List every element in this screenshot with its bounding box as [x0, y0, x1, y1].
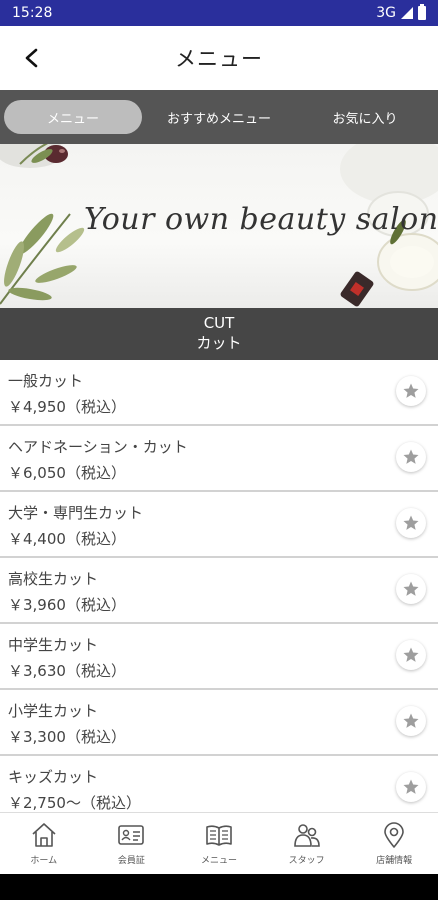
item-price: ￥6,050（税込）	[8, 464, 126, 482]
item-name: キッズカット	[8, 768, 99, 786]
nav-label: スタッフ	[288, 856, 325, 866]
item-name: 小学生カット	[8, 702, 99, 720]
chevron-left-icon	[25, 48, 38, 68]
menu-item[interactable]: ヘアドネーション・カット ￥6,050（税込）	[0, 426, 438, 492]
item-name: 中学生カット	[8, 636, 99, 654]
item-name: 大学・専門生カット	[8, 504, 144, 522]
item-price: ￥4,950（税込）	[8, 398, 126, 416]
section-title-en: CUT	[203, 314, 235, 332]
item-price: ￥3,960（税込）	[8, 596, 126, 614]
nav-store-info[interactable]: 店舗情報	[350, 813, 438, 874]
location-pin-icon	[384, 822, 404, 848]
favorite-button[interactable]	[396, 442, 426, 472]
back-button[interactable]	[18, 44, 46, 72]
favorite-button[interactable]	[396, 574, 426, 604]
nav-label: 店舗情報	[376, 856, 413, 866]
star-icon	[403, 647, 419, 662]
app-header: メニュー	[0, 26, 438, 90]
favorite-button[interactable]	[396, 376, 426, 406]
menu-item[interactable]: 一般カット ￥4,950（税込）	[0, 360, 438, 426]
star-icon	[403, 713, 419, 728]
star-icon	[403, 383, 419, 398]
member-card-icon	[118, 825, 145, 845]
banner-text: Your own beauty salon	[84, 202, 438, 237]
status-time: 15:28	[12, 5, 53, 21]
favorite-button[interactable]	[396, 772, 426, 802]
item-price: ￥3,630（税込）	[8, 662, 126, 680]
favorite-button[interactable]	[396, 640, 426, 670]
menu-tabs: メニュー おすすめメニュー お気に入り	[0, 90, 438, 144]
tab-recommended[interactable]: おすすめメニュー	[150, 100, 288, 134]
nav-staff[interactable]: スタッフ	[263, 813, 351, 874]
menu-item[interactable]: 大学・専門生カット ￥4,400（税込）	[0, 492, 438, 558]
page-title: メニュー	[175, 47, 263, 71]
section-header: CUT カット	[0, 308, 438, 360]
section-title-ja: カット	[196, 334, 242, 352]
nav-member-card[interactable]: 会員証	[88, 813, 176, 874]
nav-label: 会員証	[117, 856, 145, 866]
star-icon	[403, 449, 419, 464]
item-price: ￥3,300（税込）	[8, 728, 126, 746]
menu-item[interactable]: 高校生カット ￥3,960（税込）	[0, 558, 438, 624]
tab-favorites[interactable]: お気に入り	[296, 100, 434, 134]
star-icon	[403, 581, 419, 596]
star-icon	[403, 515, 419, 530]
nav-home[interactable]: ホーム	[0, 813, 88, 874]
status-indicators: 3G	[376, 4, 426, 21]
nav-menu[interactable]: メニュー	[175, 813, 263, 874]
book-icon	[206, 825, 232, 846]
favorite-button[interactable]	[396, 508, 426, 538]
nav-label: メニュー	[200, 856, 237, 866]
system-navigation-bar	[0, 874, 438, 900]
favorite-button[interactable]	[396, 706, 426, 736]
tab-menu[interactable]: メニュー	[4, 100, 142, 134]
staff-icon	[293, 824, 320, 847]
salon-banner: Your own beauty salon	[0, 144, 438, 308]
menu-item[interactable]: 中学生カット ￥3,630（税込）	[0, 624, 438, 690]
menu-item[interactable]: キッズカット ￥2,750～（税込）	[0, 756, 438, 812]
star-icon	[403, 779, 419, 794]
network-type: 3G	[376, 5, 396, 21]
status-bar: 15:28 3G	[0, 0, 438, 26]
item-name: 一般カット	[8, 372, 84, 390]
signal-icon	[401, 7, 413, 19]
item-price: ￥2,750～（税込）	[8, 794, 141, 812]
menu-item[interactable]: 小学生カット ￥3,300（税込）	[0, 690, 438, 756]
battery-icon	[418, 4, 426, 20]
item-name: 高校生カット	[8, 570, 99, 588]
bottom-nav: ホーム 会員証 メニュー スタッフ 店舗情報	[0, 812, 438, 874]
menu-list: 一般カット ￥4,950（税込） ヘアドネーション・カット ￥6,050（税込）…	[0, 360, 438, 812]
home-icon	[32, 823, 56, 847]
item-name: ヘアドネーション・カット	[8, 438, 188, 456]
item-price: ￥4,400（税込）	[8, 530, 126, 548]
nav-label: ホーム	[30, 856, 58, 866]
